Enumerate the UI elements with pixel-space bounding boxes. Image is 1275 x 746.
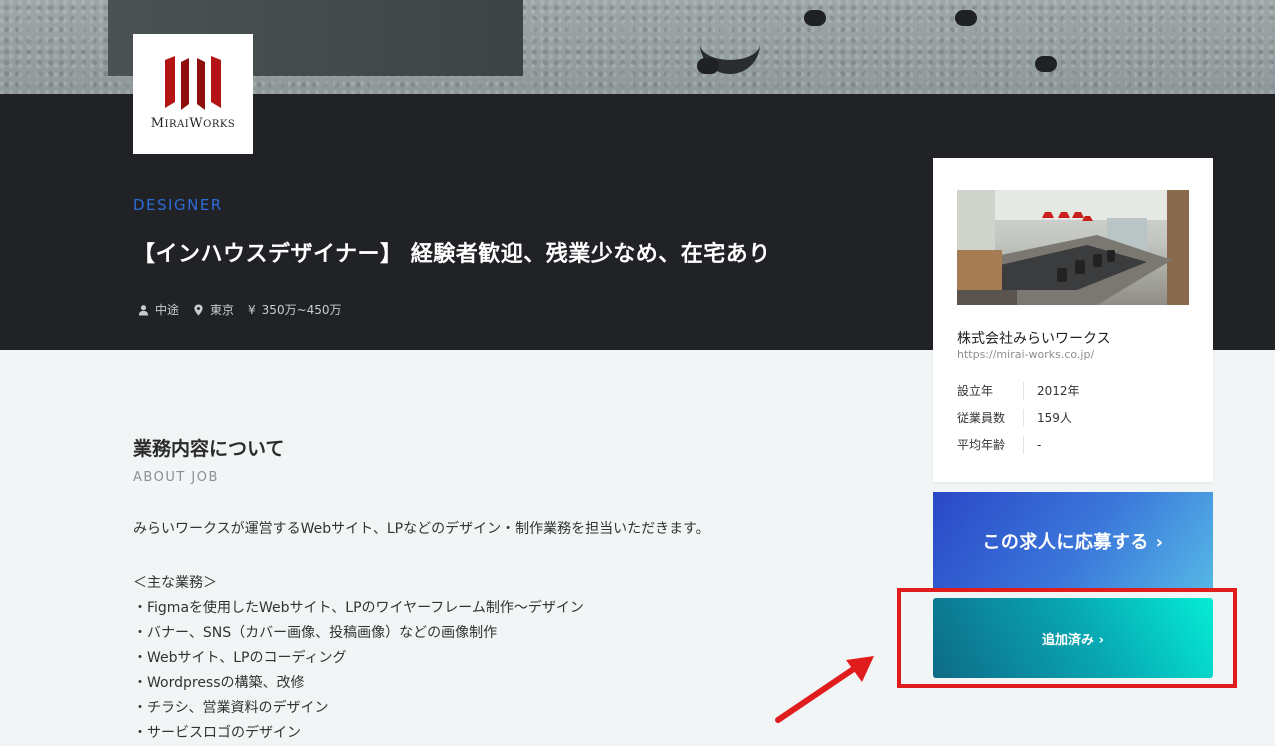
job-category: DESIGNER [133, 196, 223, 214]
info-row: 設立年 2012年 [957, 377, 1080, 404]
location: 東京 [210, 303, 235, 317]
chair-wheel [955, 10, 977, 26]
info-row: 従業員数 159人 [957, 404, 1080, 431]
job-meta: 中途 東京 ¥ 350万~450万 [138, 301, 350, 318]
info-key: 設立年 [957, 381, 1024, 400]
chair-wheel [1035, 56, 1057, 72]
duties-heading: ＜主な業務＞ [133, 575, 217, 591]
info-value: 159人 [1037, 411, 1072, 425]
employment-type: 中途 [155, 303, 180, 317]
yen-icon: ¥ [248, 302, 256, 317]
company-name[interactable]: 株式会社みらいワークス [957, 328, 1111, 348]
info-value: 2012年 [1037, 384, 1080, 398]
chair-wheel [697, 58, 719, 74]
chair-wheel [804, 10, 826, 26]
about-job-title: 業務内容について [133, 438, 285, 460]
company-url-link[interactable]: https://mirai-works.co.jp/ [957, 348, 1094, 361]
list-item: ・Figmaを使用したWebサイト、LPのワイヤーフレーム制作～デザイン [133, 600, 584, 616]
job-intro-text: みらいワークスが運営するWebサイト、LPなどのデザイン・制作業務を担当いただき… [133, 521, 710, 537]
job-title: 【インハウスデザイナー】 経験者歓迎、残業少なめ、在宅あり [133, 242, 771, 267]
list-item: ・Wordpressの構築、改修 [133, 675, 305, 691]
office-photo[interactable] [957, 190, 1189, 305]
company-logo[interactable]: MIRAIWORKS [133, 34, 253, 154]
highlight-annotation-box [897, 588, 1237, 688]
list-item: ・バナー、SNS（カバー画像、投稿画像）などの画像制作 [133, 625, 498, 641]
logo-mark-icon [165, 56, 221, 110]
office-illustration [957, 190, 1189, 305]
info-key: 従業員数 [957, 408, 1024, 427]
info-row: 平均年齢 - [957, 431, 1080, 458]
list-item: ・サービスロゴのデザイン [133, 725, 301, 741]
apply-button[interactable]: この求人に応募する › [933, 492, 1213, 590]
logo-wordmark: MIRAIWORKS [150, 116, 236, 131]
person-icon [138, 304, 149, 315]
list-item: ・チラシ、営業資料のデザイン [133, 700, 329, 716]
list-item: ・Webサイト、LPのコーディング [133, 650, 347, 666]
annotation-arrow-icon [775, 656, 874, 723]
company-card: 株式会社みらいワークス https://mirai-works.co.jp/ 設… [933, 158, 1213, 482]
info-value: - [1037, 437, 1042, 452]
company-info-table: 設立年 2012年 従業員数 159人 平均年齢 - [957, 377, 1080, 458]
salary: 350万~450万 [261, 303, 342, 317]
location-pin-icon [194, 304, 203, 315]
duties-list: ＜主な業務＞ ・Figmaを使用したWebサイト、LPのワイヤーフレーム制作～デ… [133, 571, 584, 746]
info-key: 平均年齢 [957, 435, 1024, 454]
about-job-subtitle: ABOUT JOB [133, 470, 219, 485]
